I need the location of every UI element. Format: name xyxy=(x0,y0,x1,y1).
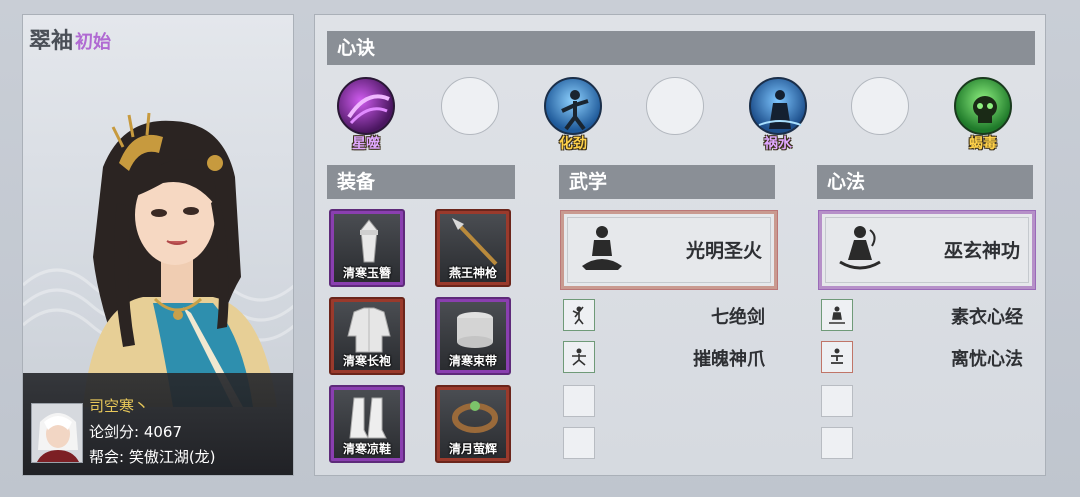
fighter-silhouette-icon xyxy=(561,90,589,131)
equip-name: 清寒束带 xyxy=(448,354,497,368)
vortex-swirl-icon xyxy=(347,94,390,125)
player-guild: 帮会: 笑傲江湖(龙) xyxy=(89,448,216,466)
martial-main-skill-card[interactable]: 光明圣火 xyxy=(560,210,778,290)
xinjue-label-4: 祸水 xyxy=(764,136,792,152)
character-status-tag: 初始 xyxy=(75,32,112,53)
xinjue-empty-slot[interactable] xyxy=(441,77,499,135)
blue-figure-icon[interactable] xyxy=(749,77,807,135)
player-info-box: 司空寒丶 论剑分: 4067 帮会: 笑傲江湖(龙) xyxy=(23,373,293,475)
player-score: 论剑分: 4067 xyxy=(89,423,182,441)
claw-stance-icon xyxy=(572,348,586,366)
sitting-figure-icon xyxy=(829,306,845,324)
belt-icon xyxy=(457,312,493,348)
player-avatar-image xyxy=(32,404,82,462)
martial-header: 武学 xyxy=(559,165,775,199)
robed-figure-icon xyxy=(758,90,802,129)
mental-skill-name: 素衣心经 xyxy=(951,307,1023,328)
hairpin-icon xyxy=(360,219,378,263)
equip-name: 清寒玉簪 xyxy=(342,266,391,280)
boots-icon xyxy=(349,397,387,439)
martial-skill-name: 七绝剑 xyxy=(711,307,765,328)
equip-name: 清月萤辉 xyxy=(448,442,497,456)
skull-icon xyxy=(973,96,997,123)
xinjue-label-0: 星噬 xyxy=(352,136,380,152)
equip-slot-bracelet[interactable]: 清月萤辉 xyxy=(435,385,511,463)
equip-name: 清寒凉鞋 xyxy=(342,442,391,456)
equip-name: 清寒长袍 xyxy=(342,354,391,368)
martial-empty-slot[interactable] xyxy=(563,385,595,417)
purple-vortex-icon[interactable] xyxy=(337,77,395,135)
equip-slot-hairpin[interactable]: 清寒玉簪 xyxy=(329,209,405,287)
mental-header: 心法 xyxy=(817,165,1033,199)
character-panel: 翠袖 初始 司空寒丶 论剑分: 4067 帮会: 笑傲江湖(龙) xyxy=(22,14,294,476)
mental-skill-icon[interactable] xyxy=(821,341,853,373)
mental-empty-slot[interactable] xyxy=(821,385,853,417)
mental-skill-icon[interactable] xyxy=(821,299,853,331)
meditating-figure-icon xyxy=(582,226,622,270)
martial-skill-icon[interactable] xyxy=(563,341,595,373)
mental-main-skill-name: 巫玄神功 xyxy=(943,240,1020,262)
equip-name: 燕王神枪 xyxy=(448,266,497,280)
xinjue-header: 心诀 xyxy=(327,31,1035,65)
martial-empty-slot[interactable] xyxy=(563,427,595,459)
loadout-panel: 心诀 星噬 化劲 祸水 蝎毒 装备 清寒玉簪 燕王神枪 清寒长袍 清寒束带 清寒… xyxy=(314,14,1046,476)
character-title: 翠袖 初始 xyxy=(29,23,111,55)
xinjue-empty-slot[interactable] xyxy=(646,77,704,135)
mystic-figure-icon xyxy=(839,226,881,270)
sword-stance-icon xyxy=(572,306,584,325)
equip-slot-shoes[interactable]: 清寒凉鞋 xyxy=(329,385,405,463)
equip-slot-spear[interactable]: 燕王神枪 xyxy=(435,209,511,287)
martial-skill-name: 摧魄神爪 xyxy=(693,349,765,370)
equipment-header: 装备 xyxy=(327,165,515,199)
xinjue-empty-slot[interactable] xyxy=(851,77,909,135)
blue-fighter-icon[interactable] xyxy=(544,77,602,135)
player-avatar[interactable] xyxy=(31,403,83,463)
xinjue-label-6: 蝎毒 xyxy=(969,136,997,152)
xinjue-label-2: 化劲 xyxy=(559,136,587,152)
bracelet-icon xyxy=(452,401,498,433)
equip-slot-belt[interactable]: 清寒束带 xyxy=(435,297,511,375)
martial-main-skill-name: 光明圣火 xyxy=(685,240,762,262)
player-name[interactable]: 司空寒丶 xyxy=(89,395,149,416)
mental-main-skill-card[interactable]: 巫玄神功 xyxy=(818,210,1036,290)
character-portrait xyxy=(83,112,277,407)
mental-skill-name: 离忧心法 xyxy=(951,349,1023,370)
mental-empty-slot[interactable] xyxy=(821,427,853,459)
kneeling-figure-icon xyxy=(831,348,843,364)
green-skull-icon[interactable] xyxy=(954,77,1012,135)
robe-icon xyxy=(347,307,391,353)
martial-skill-icon[interactable] xyxy=(563,299,595,331)
spear-icon xyxy=(452,218,498,266)
character-name: 翠袖 xyxy=(29,29,74,54)
equip-slot-robe[interactable]: 清寒长袍 xyxy=(329,297,405,375)
